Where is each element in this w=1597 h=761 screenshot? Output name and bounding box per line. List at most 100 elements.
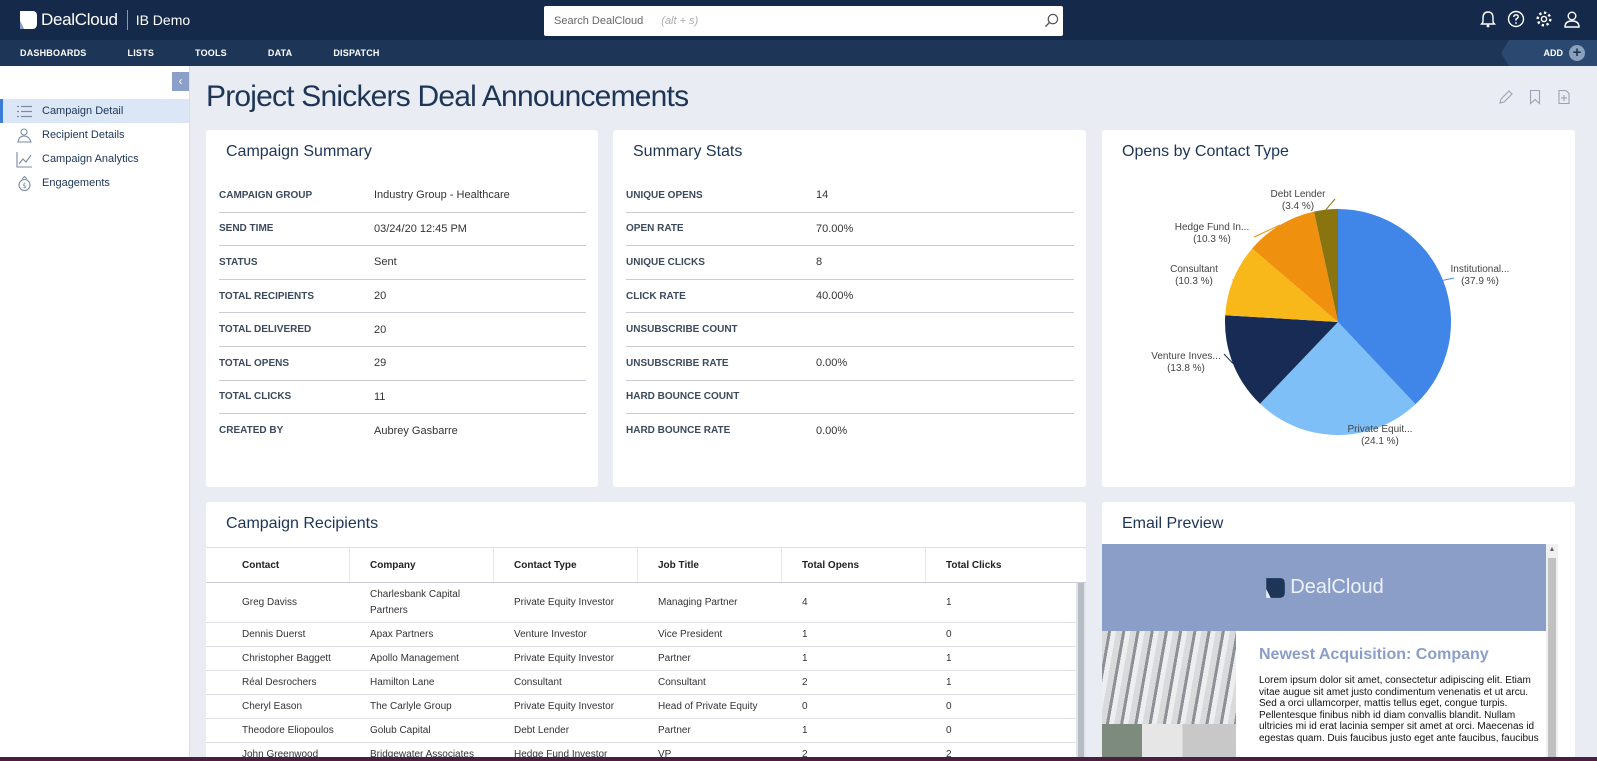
column-header-job-title[interactable]: Job Title — [638, 548, 782, 582]
cell-total-opens: 4 — [802, 596, 808, 608]
cell-total-clicks: 0 — [946, 628, 952, 640]
email-preview-frame[interactable]: DealCloud Newest Acquisition: Company Lo… — [1102, 544, 1558, 758]
logo-text: DealCloud — [41, 10, 118, 29]
pie-percent-label: (10.3 %) — [1193, 234, 1231, 245]
cell-total-opens: 2 — [802, 676, 808, 688]
field-value: 20 — [374, 290, 387, 303]
nav-dashboards[interactable]: DASHBOARDS — [20, 48, 87, 58]
nav-dispatch[interactable]: DISPATCH — [333, 48, 379, 58]
sidebar-item-label: Recipient Details — [42, 129, 125, 141]
stat-label: UNIQUE OPENS — [626, 189, 703, 201]
summary-row: TOTAL CLICKS 11 — [219, 381, 586, 415]
table-row[interactable]: Theodore Eliopoulos Golub Capital Debt L… — [206, 719, 1076, 743]
app-logo[interactable]: DealCloud IB Demo — [18, 9, 190, 31]
cell-job-title: Partner — [658, 724, 691, 736]
field-label: TOTAL RECIPIENTS — [219, 290, 315, 302]
cell-total-clicks: 1 — [946, 676, 952, 688]
column-header-contact-type[interactable]: Contact Type — [494, 548, 638, 582]
cell-company: The Carlyle Group — [370, 700, 452, 712]
field-label: CREATED BY — [219, 425, 284, 437]
email-scrollbar-thumb[interactable] — [1548, 558, 1556, 758]
export-icon[interactable] — [1556, 89, 1572, 105]
pie-leader-line — [1325, 198, 1336, 210]
stat-row: UNIQUE OPENS 14 — [626, 179, 1074, 213]
cell-contact: Cheryl Eason — [242, 700, 303, 712]
scroll-up-arrow-icon[interactable]: ▲ — [1548, 546, 1556, 556]
search-icon[interactable] — [1044, 13, 1059, 28]
top-bar: DealCloud IB Demo Search DealCloud (alt … — [0, 0, 1597, 40]
cell-contact: Dennis Duerst — [242, 628, 306, 640]
cell-contact-type: Private Equity Investor — [514, 700, 615, 712]
sidebar-item-campaign-detail[interactable]: Campaign Detail — [0, 99, 189, 123]
pie-percent-label: (13.8 %) — [1167, 363, 1205, 374]
column-header-contact[interactable]: Contact — [206, 548, 350, 582]
opens-by-contact-type-card: Opens by Contact Type Institutional... (3… — [1102, 130, 1575, 487]
email-logo-text: DealCloud — [1290, 576, 1384, 598]
summary-stats-list: UNIQUE OPENS 14 OPEN RATE 70.00% UNIQUE CL… — [626, 179, 1074, 448]
table-row[interactable]: Christopher Baggett Apollo Management Pr… — [206, 647, 1076, 671]
bell-icon[interactable] — [1479, 10, 1497, 28]
sidebar-item-recipient-details[interactable]: Recipient Details — [0, 123, 189, 147]
table-scrollbar-thumb[interactable] — [1078, 583, 1084, 758]
stat-label: HARD BOUNCE RATE — [626, 425, 731, 437]
sidebar-item-engagements[interactable]: $ Engagements — [0, 171, 189, 195]
edit-icon[interactable] — [1498, 89, 1514, 105]
nav-tools[interactable]: TOOLS — [195, 48, 227, 58]
stat-value: 40.00% — [816, 290, 854, 303]
bottom-strip — [0, 757, 1597, 761]
user-icon[interactable] — [1563, 10, 1581, 28]
stat-row: UNSUBSCRIBE RATE 0.00% — [626, 347, 1074, 381]
table-body: Greg Daviss Charlesbank Capital Partners… — [206, 583, 1076, 761]
stat-value: 0.00% — [816, 424, 848, 437]
collapse-sidebar-button[interactable]: ‹ — [172, 72, 189, 91]
table-row[interactable]: Dennis Duerst Apax Partners Venture Inve… — [206, 623, 1076, 647]
search-shortcut-hint: (alt + s) — [661, 15, 699, 27]
column-header-company[interactable]: Company — [350, 548, 494, 582]
sidebar-item-label: Campaign Analytics — [42, 153, 139, 165]
cell-contact: Theodore Eliopoulos — [242, 724, 334, 736]
column-header-total-opens[interactable]: Total Opens — [782, 548, 926, 582]
pie-percent-label: (24.1 %) — [1361, 436, 1399, 447]
add-label: ADD — [1543, 48, 1564, 58]
sidebar-item-label: Engagements — [42, 177, 110, 189]
pie-label: Consultant — [1170, 264, 1218, 275]
add-button[interactable]: ADD + — [1501, 40, 1597, 66]
cell-contact-type: Consultant — [514, 676, 562, 688]
table-row[interactable]: Réal Desrochers Hamilton Lane Consultant… — [206, 671, 1076, 695]
pie-percent-label: (37.9 %) — [1461, 276, 1499, 287]
sidebar-item-campaign-analytics[interactable]: Campaign Analytics — [0, 147, 189, 171]
cell-contact: Christopher Baggett — [242, 652, 331, 664]
cell-total-opens: 0 — [802, 700, 808, 712]
nav-lists[interactable]: LISTS — [128, 48, 155, 58]
main-nav: DASHBOARDS LISTS TOOLS DATA DISPATCH ADD… — [0, 40, 1597, 66]
cell-contact-type: Debt Lender — [514, 724, 570, 736]
help-icon[interactable] — [1507, 10, 1525, 28]
workspace-name: IB Demo — [135, 12, 191, 28]
bookmark-icon[interactable] — [1527, 89, 1543, 105]
field-value: Industry Group - Healthcare — [374, 189, 510, 202]
stat-row: OPEN RATE 70.00% — [626, 213, 1074, 247]
search-input[interactable]: Search DealCloud (alt + s) — [544, 6, 1063, 36]
cell-job-title: Partner — [658, 652, 691, 664]
table-row[interactable]: Cheryl Eason The Carlyle Group Private E… — [206, 695, 1076, 719]
field-value: 20 — [374, 323, 387, 336]
gear-icon[interactable] — [1535, 10, 1553, 28]
stat-label: CLICK RATE — [626, 290, 686, 302]
stat-value: 14 — [816, 189, 829, 202]
svg-text:$: $ — [22, 182, 26, 190]
stat-row: HARD BOUNCE RATE 0.00% — [626, 414, 1074, 448]
cell-company: Charlesbank Capital Partners — [370, 588, 461, 616]
column-header-total-clicks[interactable]: Total Clicks — [926, 548, 1070, 582]
campaign-summary-list: CAMPAIGN GROUP Industry Group - Healthcar… — [219, 179, 586, 448]
field-label: STATUS — [219, 256, 258, 268]
nav-data[interactable]: DATA — [268, 48, 292, 58]
summary-stats-card: Summary Stats UNIQUE OPENS 14 OPEN RATE 70… — [613, 130, 1086, 487]
cell-job-title: Vice President — [658, 628, 723, 640]
campaign-recipients-card: Campaign Recipients Contact Company Cont… — [206, 502, 1086, 761]
cell-contact-type: Private Equity Investor — [514, 596, 615, 608]
page-title: Project Snickers Deal Announcements — [206, 80, 689, 113]
field-label: TOTAL CLICKS — [219, 391, 292, 403]
cell-total-clicks: 1 — [946, 596, 952, 608]
cell-company: Hamilton Lane — [370, 676, 435, 688]
table-row[interactable]: Greg Daviss Charlesbank Capital Partners… — [206, 583, 1076, 623]
